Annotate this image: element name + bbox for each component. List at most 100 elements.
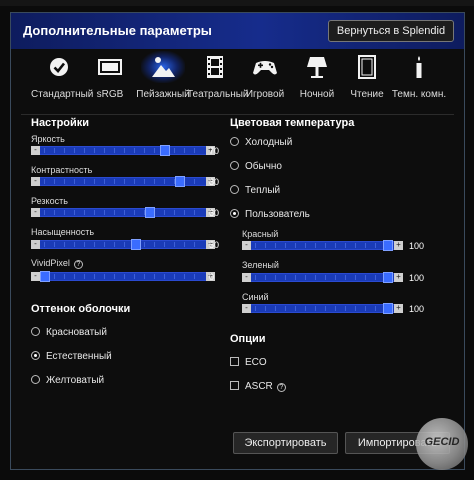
checkbox[interactable] [230, 381, 239, 390]
saturation-slider[interactable]: - + [31, 239, 215, 250]
temp-option-normal[interactable]: Обычно [230, 161, 282, 172]
radio-button[interactable] [230, 161, 239, 170]
vividpixel-slider[interactable]: - + [31, 271, 215, 282]
skin-tone-option-natural[interactable]: Естественный [31, 351, 112, 362]
sharpness-label: Резкость [31, 196, 68, 206]
green-label: Зеленый [242, 260, 279, 270]
eco-checkbox[interactable]: ECO [230, 357, 267, 368]
advanced-settings-panel: Дополнительные параметры Вернуться в Spl… [10, 12, 465, 470]
red-value: 100 [409, 241, 425, 251]
skin-tone-heading: Оттенок оболочки [31, 303, 131, 315]
blue-label: Синий [242, 292, 269, 302]
decrease-button[interactable]: - [242, 273, 251, 282]
decrease-button[interactable]: - [31, 177, 40, 186]
color-temp-heading: Цветовая температура [230, 117, 355, 129]
radio-button-selected[interactable] [31, 351, 40, 360]
slider-thumb[interactable] [160, 145, 170, 156]
slider-thumb[interactable] [383, 240, 393, 251]
increase-button[interactable]: + [394, 241, 403, 250]
film-icon [207, 56, 223, 78]
slider-thumb[interactable] [383, 303, 393, 314]
saturation-value: 50 [209, 240, 220, 250]
saturation-label: Насыщенность [31, 227, 95, 237]
blue-slider[interactable]: - + [242, 303, 403, 314]
slider-ticks [44, 242, 202, 247]
options-heading: Опции [230, 333, 266, 345]
decrease-button[interactable]: - [31, 208, 40, 217]
mode-game[interactable]: Игровой [237, 53, 293, 100]
option-label: Холодный [245, 137, 293, 148]
mode-landscape[interactable]: Пейзажный [135, 51, 191, 100]
settings-heading: Настройки [31, 117, 90, 129]
help-icon[interactable]: ? [73, 260, 83, 269]
help-icon[interactable]: ? [276, 383, 286, 392]
blue-value: 100 [409, 304, 425, 314]
mode-night[interactable]: Ночной [289, 53, 345, 100]
radio-button[interactable] [31, 375, 40, 384]
mode-srgb[interactable]: sRGB [82, 53, 138, 100]
landscape-icon [152, 57, 175, 77]
decrease-button[interactable]: - [31, 146, 40, 155]
red-slider[interactable]: - + [242, 240, 403, 251]
vividpixel-text: VividPixel [31, 258, 70, 268]
brightness-label: Яркость [31, 134, 65, 144]
top-strip [0, 0, 474, 6]
export-button[interactable]: Экспортировать [233, 432, 338, 454]
brightness-slider[interactable]: - + [31, 145, 215, 156]
temp-option-user[interactable]: Пользователь [230, 209, 310, 220]
vividpixel-label: VividPixel? [31, 258, 83, 269]
radio-button-selected[interactable] [230, 209, 239, 218]
decrease-button[interactable]: - [31, 272, 40, 281]
slider-ticks [44, 148, 202, 153]
increase-button[interactable]: + [394, 273, 403, 282]
mode-label: Чтение [350, 89, 384, 100]
candle-icon [416, 56, 422, 78]
mode-label: Игровой [245, 89, 285, 100]
skin-tone-option-yellowish[interactable]: Желтоватый [31, 375, 104, 386]
option-label: Обычно [245, 161, 282, 172]
brightness-value: 70 [209, 146, 220, 156]
option-label: Желтоватый [46, 375, 105, 386]
increase-button[interactable]: + [394, 304, 403, 313]
mode-standard[interactable]: Стандартный [31, 53, 94, 100]
temp-option-warm[interactable]: Теплый [230, 185, 280, 196]
mode-dark-room[interactable]: Темн. комн. [391, 53, 447, 100]
slider-thumb[interactable] [383, 272, 393, 283]
watermark-logo: GECID [416, 418, 468, 470]
mode-label: Пейзажный [136, 89, 190, 100]
slider-ticks [44, 210, 202, 215]
slider-ticks [255, 306, 390, 311]
window-title: Дополнительные параметры [23, 23, 212, 38]
slider-ticks [255, 275, 390, 280]
option-label: Пользователь [245, 209, 310, 220]
contrast-slider[interactable]: - + [31, 176, 215, 187]
decrease-button[interactable]: - [31, 240, 40, 249]
slider-thumb[interactable] [175, 176, 185, 187]
mode-theater[interactable]: Театральный [187, 53, 249, 100]
decrease-button[interactable]: - [242, 241, 251, 250]
slider-thumb[interactable] [145, 207, 155, 218]
slider-thumb[interactable] [131, 239, 141, 250]
radio-button[interactable] [230, 137, 239, 146]
green-value: 100 [409, 273, 425, 283]
skin-tone-option-reddish[interactable]: Красноватый [31, 327, 107, 338]
green-slider[interactable]: - + [242, 272, 403, 283]
mode-reading[interactable]: Чтение [339, 53, 395, 100]
radio-button[interactable] [31, 327, 40, 336]
mode-label: Ночной [299, 89, 335, 100]
option-label: Теплый [245, 185, 281, 196]
watermark-text: GECID [424, 436, 460, 448]
back-to-splendid-button[interactable]: Вернуться в Splendid [328, 20, 454, 42]
ascr-label: ASCR [245, 381, 273, 392]
temp-option-cool[interactable]: Холодный [230, 137, 292, 148]
sharpness-slider[interactable]: - + [31, 207, 215, 218]
decrease-button[interactable]: - [242, 304, 251, 313]
radio-button[interactable] [230, 185, 239, 194]
slider-thumb[interactable] [40, 271, 50, 282]
mode-label: Стандартный [31, 89, 94, 100]
red-label: Красный [242, 229, 279, 239]
mode-label: sRGB [96, 89, 124, 100]
slider-ticks [44, 274, 202, 279]
ascr-checkbox[interactable]: ASCR? [230, 381, 286, 392]
checkbox[interactable] [230, 357, 239, 366]
